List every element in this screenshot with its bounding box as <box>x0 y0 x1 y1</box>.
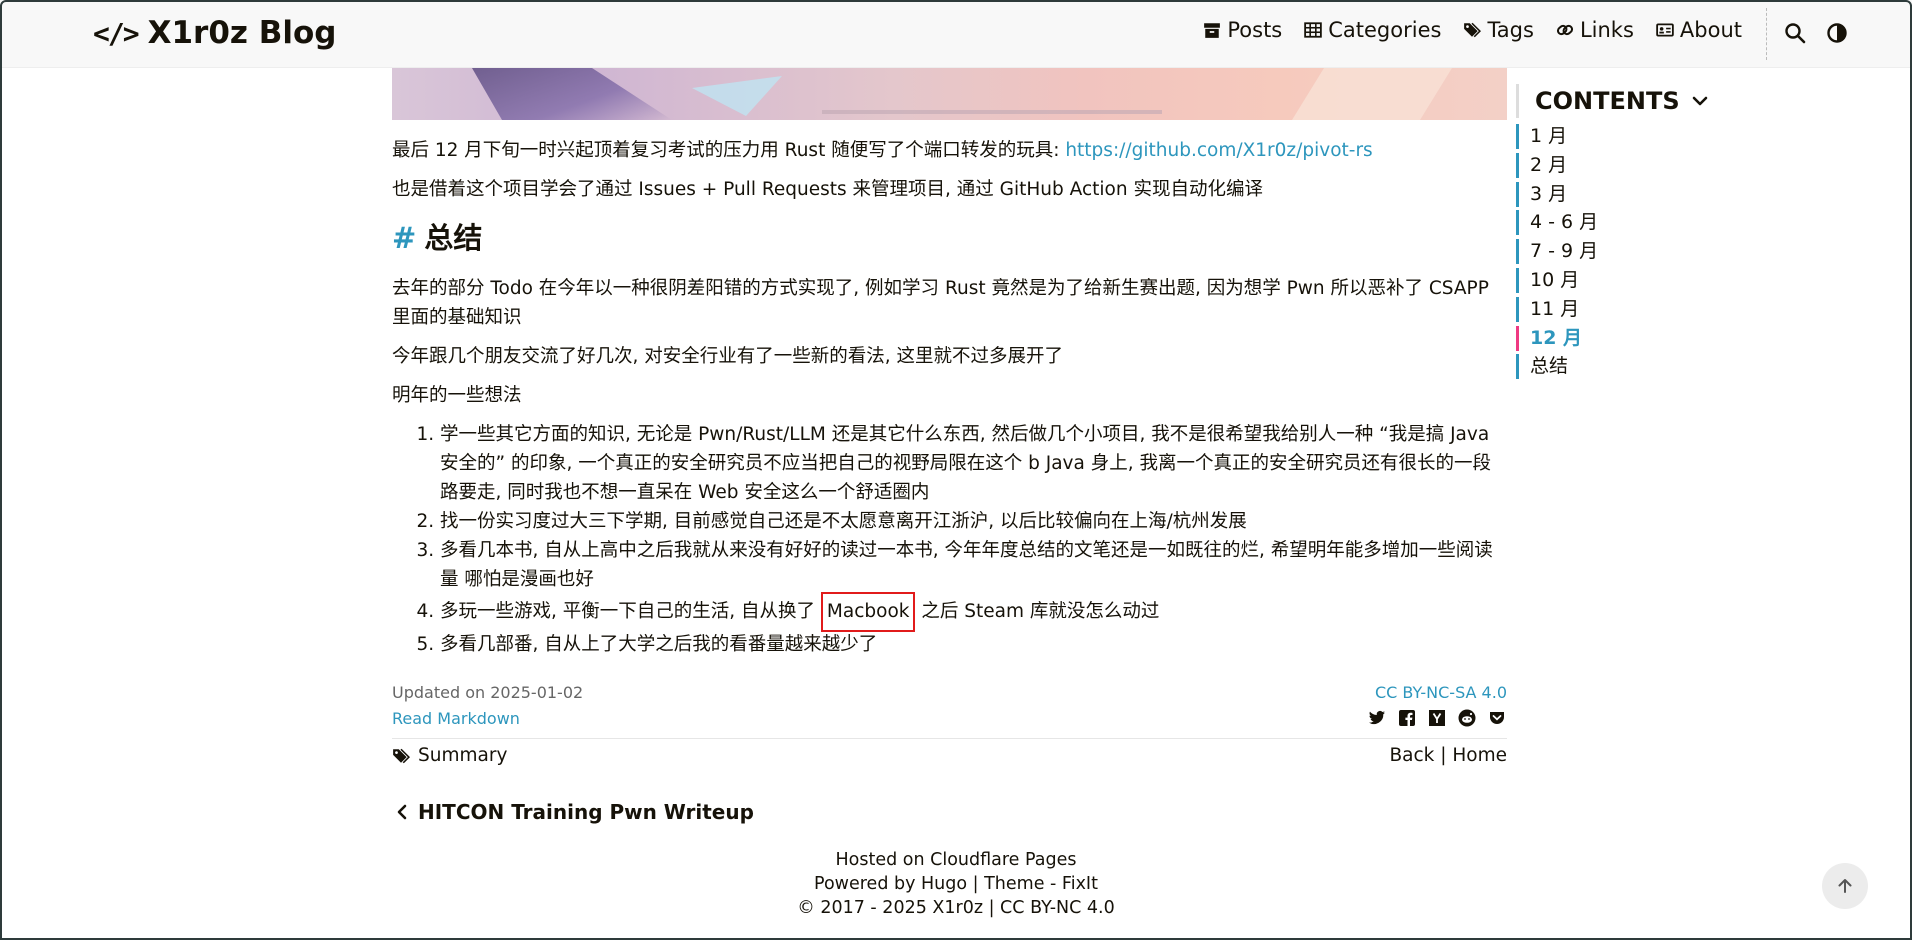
logo-text: X1r0z Blog <box>147 15 337 51</box>
code-icon: </> <box>93 16 140 50</box>
copyright-icon: © <box>797 898 815 918</box>
paragraph-friends: 今年跟几个朋友交流了好几次, 对安全行业有了一些新的看法, 这里就不过多展开了 <box>392 346 1064 367</box>
footer-copyright: © 2017 - 2025 X1r0z | CC BY-NC 4.0 <box>0 896 1912 920</box>
tag-summary[interactable]: Summary <box>392 745 507 766</box>
cover-image <box>392 68 1507 120</box>
site-header: </> X1r0z Blog Posts Categories Tags Lin… <box>0 0 1912 68</box>
list-item: 学一些其它方面的知识, 无论是 Pwn/Rust/LLM 还是其它什么东西, 然… <box>440 420 1507 507</box>
toc-item-nov[interactable]: 11 月 <box>1516 296 1816 322</box>
reddit-icon[interactable] <box>1457 708 1477 728</box>
paragraph-text: 最后 12 月下旬一时兴起顶着复习考试的压力用 Rust 随便写了个端口转发的玩… <box>392 140 1066 161</box>
list-item: 多看几部番, 自从上了大学之后我的看番量越来越少了 <box>440 630 1507 659</box>
article-content: 最后 12 月下旬一时兴起顶着复习考试的压力用 Rust 随便写了个端口转发的玩… <box>392 136 1507 659</box>
prev-post-link[interactable]: HITCON Training Pwn Writeup <box>396 800 754 824</box>
paragraph-github: 也是借着这个项目学会了通过 Issues + Pull Requests 来管理… <box>392 179 1263 200</box>
nav-about-label: About <box>1679 18 1742 42</box>
footer-powered: Powered by Hugo | Theme - FixIt <box>814 874 1098 894</box>
toc-list: 1 月 2 月 3 月 4 - 6 月 7 - 9 月 10 月 11 月 12… <box>1516 124 1816 380</box>
back-home-links: Back | Home <box>1389 745 1507 766</box>
macbook-highlight[interactable]: Macbook <box>820 592 916 632</box>
updated-date: Updated on 2025-01-02 <box>392 683 584 702</box>
toc-item-summary[interactable]: 总结 <box>1516 354 1816 380</box>
nav-posts[interactable]: Posts <box>1203 18 1282 42</box>
chevron-down-icon <box>1692 96 1707 106</box>
toc-item-apr-jun[interactable]: 4 - 6 月 <box>1516 210 1816 236</box>
facebook-icon[interactable] <box>1397 708 1417 728</box>
back-link[interactable]: Back <box>1389 745 1434 766</box>
copyright-text: 2017 - 2025 X1r0z | CC BY-NC 4.0 <box>820 898 1115 918</box>
archive-icon <box>1204 23 1221 38</box>
toc-item-oct[interactable]: 10 月 <box>1516 267 1816 293</box>
footer-divider <box>392 738 1507 739</box>
summary-heading: # 总结 <box>392 218 1507 258</box>
list-item: 找一份实习度过大三下学期, 目前感觉自己还是不太愿意离开江浙沪, 以后比较偏向在… <box>440 507 1507 536</box>
link-icon <box>1556 24 1574 36</box>
post-footer: Updated on 2025-01-02 CC BY-NC-SA 4.0 Re… <box>392 683 1507 766</box>
toc-item-mar[interactable]: 3 月 <box>1516 181 1816 207</box>
share-buttons <box>1367 708 1507 728</box>
plans-list: 学一些其它方面的知识, 无论是 Pwn/Rust/LLM 还是其它什么东西, 然… <box>392 420 1507 659</box>
site-footer: Hosted on Cloudflare Pages Powered by Hu… <box>0 848 1912 920</box>
id-card-icon <box>1656 23 1674 37</box>
tags-icon <box>1464 22 1482 38</box>
twitter-icon[interactable] <box>1367 708 1387 728</box>
nav-posts-label: Posts <box>1227 18 1283 42</box>
toc-item-jul-sep[interactable]: 7 - 9 月 <box>1516 239 1816 265</box>
nav-tags-label: Tags <box>1487 18 1534 42</box>
site-logo[interactable]: </> X1r0z Blog <box>93 15 336 51</box>
paragraph-pivot: 最后 12 月下旬一时兴起顶着复习考试的压力用 Rust 随便写了个端口转发的玩… <box>392 136 1507 165</box>
toc-item-feb[interactable]: 2 月 <box>1516 152 1816 178</box>
heading-anchor[interactable]: # <box>392 218 416 258</box>
nav-divider <box>1766 8 1768 60</box>
license-link[interactable]: CC BY-NC-SA 4.0 <box>1375 683 1507 702</box>
toc-item-jan[interactable]: 1 月 <box>1516 124 1816 149</box>
home-link[interactable]: Home <box>1452 745 1507 766</box>
arrow-up-icon <box>1838 879 1852 893</box>
link-separator: | <box>1434 745 1453 766</box>
footer-hosted: Hosted on Cloudflare Pages <box>835 850 1077 870</box>
nav-tags[interactable]: Tags <box>1463 18 1534 42</box>
paragraph-todo: 去年的部分 Todo 在今年以一种很阴差阳错的方式实现了, 例如学习 Rust … <box>392 278 1489 328</box>
hacker-news-icon[interactable] <box>1427 708 1447 728</box>
search-icon[interactable] <box>1784 22 1806 44</box>
tag-label: Summary <box>418 745 508 766</box>
back-to-top-button[interactable] <box>1822 863 1868 909</box>
grid-icon <box>1304 22 1323 38</box>
list-item-text: 多玩一些游戏, 平衡一下自己的生活, 自从换了 <box>440 601 821 622</box>
nav-about[interactable]: About <box>1656 18 1742 42</box>
nav-categories-label: Categories <box>1328 18 1442 42</box>
toc-title: CONTENTS <box>1535 87 1680 115</box>
list-item: 多玩一些游戏, 平衡一下自己的生活, 自从换了 Macbook 之后 Steam… <box>440 592 1507 632</box>
chevron-left-icon <box>397 804 407 820</box>
theme-toggle-icon[interactable] <box>1826 22 1848 44</box>
read-markdown-link[interactable]: Read Markdown <box>392 709 520 728</box>
main-nav: Posts Categories Tags Links About <box>1203 18 1742 42</box>
nav-links[interactable]: Links <box>1556 18 1634 42</box>
list-item: 多看几本书, 自从上高中之后我就从来没有好好的读过一本书, 今年年度总结的文笔还… <box>440 536 1507 594</box>
tags-icon <box>393 748 410 763</box>
nav-categories[interactable]: Categories <box>1304 18 1441 42</box>
paragraph-plans: 明年的一些想法 <box>392 385 522 406</box>
table-of-contents: CONTENTS 1 月 2 月 3 月 4 - 6 月 7 - 9 月 10 … <box>1516 84 1816 383</box>
toc-item-dec[interactable]: 12 月 <box>1516 325 1816 351</box>
toc-toggle[interactable]: CONTENTS <box>1516 84 1816 118</box>
pivot-rs-link[interactable]: https://github.com/X1r0z/pivot-rs <box>1065 140 1372 161</box>
pocket-icon[interactable] <box>1487 708 1507 728</box>
prev-post-title: HITCON Training Pwn Writeup <box>418 800 754 824</box>
list-item-text: 之后 Steam 库就没怎么动过 <box>915 601 1160 622</box>
nav-links-label: Links <box>1579 18 1634 42</box>
heading-text: 总结 <box>424 221 483 255</box>
